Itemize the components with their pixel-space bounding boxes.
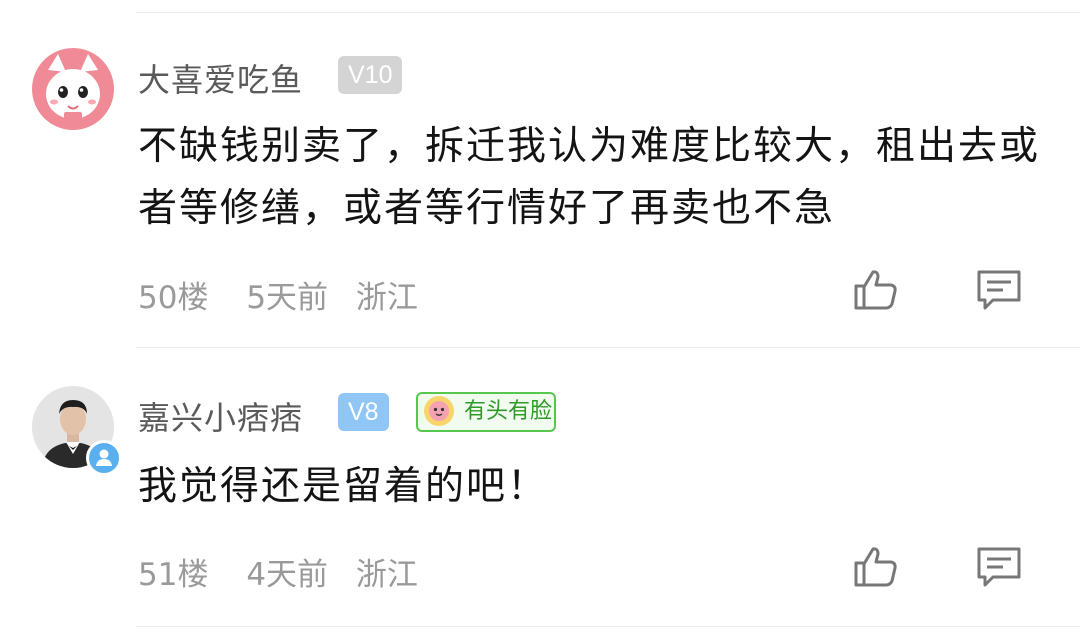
comment-time: 5天前 xyxy=(246,280,329,316)
comment-divider xyxy=(136,347,1080,348)
floor-number: 51楼 xyxy=(138,557,209,593)
username[interactable]: 大喜爱吃鱼 xyxy=(138,55,303,101)
level-badge: V10 xyxy=(338,56,403,94)
comment-region: 浙江 xyxy=(355,557,418,593)
reply-icon[interactable] xyxy=(975,543,1023,591)
like-icon[interactable] xyxy=(852,543,900,591)
comment-text: 不缺钱别卖了，拆迁我认为难度比较大，租出去或者等修缮，或者等行情好了再卖也不急 xyxy=(138,124,1041,231)
like-icon[interactable] xyxy=(852,266,900,314)
comment-text: 我觉得还是留着的吧！ xyxy=(138,464,549,509)
top-divider xyxy=(136,12,1080,13)
identity-badge: 有头有脸 xyxy=(416,392,556,432)
floor-number: 50楼 xyxy=(138,280,209,316)
verified-badge-icon xyxy=(86,440,122,476)
comment-time: 4天前 xyxy=(246,557,329,593)
comment-meta: 50楼 5天前 浙江 xyxy=(138,272,446,317)
comment-region: 浙江 xyxy=(355,280,418,316)
level-badge: V8 xyxy=(338,393,389,431)
identity-badge-label: 有头有脸 xyxy=(464,399,553,424)
username[interactable]: 嘉兴小痞痞 xyxy=(138,393,303,439)
user-avatar[interactable] xyxy=(32,48,114,130)
bottom-divider xyxy=(136,626,1080,627)
reply-icon[interactable] xyxy=(975,266,1023,314)
cat-avatar-icon xyxy=(32,48,114,130)
face-badge-icon xyxy=(424,396,454,426)
comment-meta: 51楼 4天前 浙江 xyxy=(138,549,446,594)
